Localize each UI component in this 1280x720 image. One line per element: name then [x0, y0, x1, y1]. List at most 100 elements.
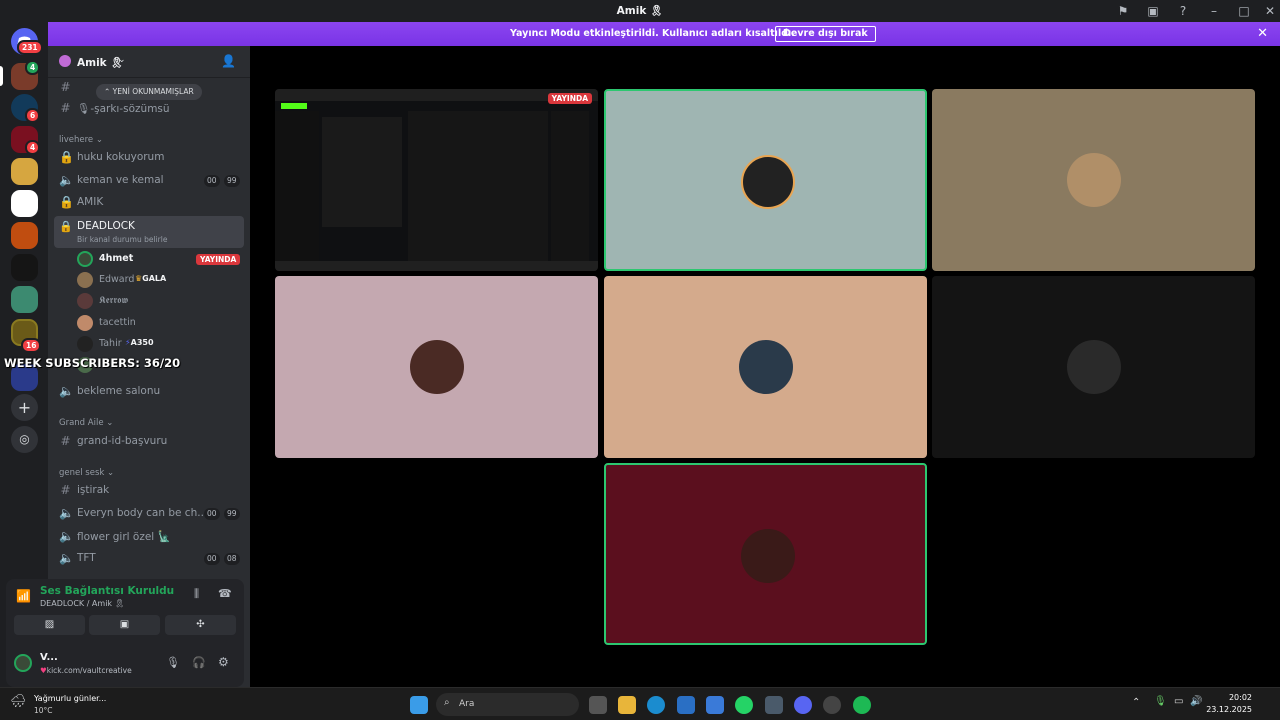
- server-green[interactable]: [11, 286, 38, 313]
- invite-user-icon[interactable]: 👤: [221, 54, 236, 68]
- server-dark[interactable]: [11, 254, 38, 281]
- windows-taskbar: 🌧 Yağmurlu günler... 10°C ⌕ Ara ⌃ 🎙 ▭ 🔊 …: [0, 687, 1280, 720]
- user-count: 00: [204, 508, 220, 520]
- steam-icon[interactable]: [765, 696, 783, 714]
- voice-user[interactable]: tacettin: [76, 313, 241, 333]
- channel-item[interactable]: # grand-id-başvuru: [54, 432, 244, 452]
- voice-user[interactable]: Tahir ⚡A350: [76, 334, 241, 354]
- voice-channel-item[interactable]: 🔈 TFT 00 08: [54, 549, 244, 569]
- voice-user[interactable]: 4hmet YAYINDA: [76, 249, 241, 269]
- new-unreads-pill[interactable]: ⌃ YENİ OKUNMAMIŞLAR: [96, 84, 202, 100]
- whatsapp-icon[interactable]: [735, 696, 753, 714]
- channel-label: iştirak: [77, 484, 110, 496]
- microphone-icon[interactable]: 🎙: [1154, 696, 1167, 707]
- avatar: [77, 272, 93, 288]
- activities-button[interactable]: ✣: [165, 615, 236, 635]
- dm-unread-badge: 231: [17, 40, 43, 55]
- voice-user-name: 4hmet: [99, 253, 134, 264]
- kick-logo: [281, 103, 307, 109]
- lock-speaker-icon: 🔒: [59, 220, 73, 233]
- participant-tile[interactable]: [604, 276, 927, 458]
- banner-text: Yayıncı Modu etkinleştirildi. Kullanıcı …: [510, 28, 795, 39]
- voice-channel-selected[interactable]: 🔒 DEADLOCK Bir kanal durumu belirle: [54, 216, 244, 248]
- user-count: 00: [204, 553, 220, 565]
- settings-gear-icon[interactable]: ⚙: [218, 655, 229, 669]
- new-unreads-label: YENİ OKUNMAMIŞLAR: [112, 87, 194, 96]
- server-yellow[interactable]: [11, 158, 38, 185]
- close-window-icon[interactable]: ✕: [1262, 3, 1278, 19]
- guild-header[interactable]: Amik 🎗 ⌄ 👤: [48, 46, 250, 78]
- minimize-icon[interactable]: –: [1206, 3, 1222, 19]
- screen-icon[interactable]: ▣: [1145, 3, 1161, 19]
- hash-icon: #: [60, 101, 71, 115]
- taskbar-search[interactable]: ⌕ Ara: [436, 693, 579, 716]
- voice-channel-item[interactable]: 🔈 keman ve kemal 00 99: [54, 171, 244, 191]
- close-icon[interactable]: ✕: [1257, 26, 1268, 41]
- server-orange[interactable]: [11, 222, 38, 249]
- maximize-icon[interactable]: □: [1236, 3, 1252, 19]
- channel-status[interactable]: Bir kanal durumu belirle: [77, 235, 167, 244]
- microphone-icon[interactable]: 🎙: [166, 656, 180, 669]
- voice-stage: YAYINDA: [250, 46, 1280, 687]
- server-badge: 4: [25, 140, 41, 155]
- connection-status[interactable]: Ses Bağlantısı Kuruldu: [40, 585, 174, 597]
- discover-icon[interactable]: ◎: [11, 426, 38, 453]
- voice-channel-item[interactable]: 🔈 flower girl özel 🗽: [54, 527, 244, 547]
- discord-icon[interactable]: [794, 696, 812, 714]
- voice-channel-item[interactable]: 🔈 bekleme salonu: [54, 382, 244, 402]
- file-explorer-icon[interactable]: [618, 696, 636, 714]
- network-icon[interactable]: ▭: [1174, 696, 1183, 707]
- server-zuno[interactable]: [11, 190, 38, 217]
- obs-icon[interactable]: [823, 696, 841, 714]
- participant-tile[interactable]: [604, 89, 927, 271]
- category-livehere[interactable]: livehere ⌄: [59, 135, 103, 145]
- channel-item[interactable]: # 🎙-şarkı-sözümsü: [54, 99, 244, 119]
- search-placeholder: Ara: [459, 699, 475, 709]
- avatar: [1067, 340, 1121, 394]
- speaker-icon: 🔈: [59, 551, 74, 565]
- user-limit: 99: [224, 508, 240, 520]
- help-icon[interactable]: ?: [1175, 3, 1191, 19]
- channel-item[interactable]: # iştirak: [54, 481, 244, 501]
- connection-channel[interactable]: DEADLOCK / Amik 🎗: [40, 599, 125, 608]
- disconnect-icon[interactable]: ☎: [218, 587, 232, 600]
- speaker-icon: 🔈: [59, 506, 74, 520]
- voice-user[interactable]: Edward ♛GALA: [76, 270, 241, 290]
- participant-tile[interactable]: [932, 89, 1255, 271]
- signal-icon: 📶: [16, 589, 31, 603]
- edge-icon[interactable]: [647, 696, 665, 714]
- headphones-icon[interactable]: 🎧: [192, 656, 206, 669]
- weather-icon[interactable]: 🌧: [10, 694, 27, 709]
- add-server-icon[interactable]: +: [11, 394, 38, 421]
- voice-user-name: 𝕶𝖊𝖗𝖗𝖔𝖜: [99, 295, 129, 306]
- avatar[interactable]: [14, 654, 32, 672]
- noise-suppression-icon[interactable]: ⫼: [194, 587, 199, 601]
- channel-item[interactable]: 🔒 AMIK: [54, 193, 244, 213]
- participant-tile[interactable]: [275, 276, 598, 458]
- chevron-up-icon[interactable]: ⌃: [1132, 697, 1140, 708]
- voice-channel-item[interactable]: 🔈 Everyn body can be ch... 00 99: [54, 504, 244, 524]
- clock-date[interactable]: 23.12.2025: [1200, 705, 1252, 714]
- channel-item[interactable]: 🔒 huku kokuyorum: [54, 148, 244, 168]
- screen-share-button[interactable]: ▣: [89, 615, 160, 635]
- category-genel-sesk[interactable]: genel sesk ⌄: [59, 468, 114, 478]
- mail-icon[interactable]: [706, 696, 724, 714]
- store-icon[interactable]: [677, 696, 695, 714]
- hash-icon: #: [60, 434, 71, 448]
- participant-tile[interactable]: [932, 276, 1255, 458]
- inbox-flag-icon[interactable]: ⚑: [1115, 3, 1131, 19]
- weather-text[interactable]: Yağmurlu günler...: [34, 694, 106, 703]
- task-view-icon[interactable]: [589, 696, 607, 714]
- voice-user[interactable]: 𝕶𝖊𝖗𝖗𝖔𝖜: [76, 291, 241, 311]
- category-grand-aile[interactable]: Grand Aile ⌄: [59, 418, 113, 428]
- stream-tile[interactable]: YAYINDA: [275, 89, 598, 271]
- window-title: Amik 🎗: [616, 5, 664, 17]
- clock-time[interactable]: 20:02: [1214, 693, 1252, 702]
- server-badge: 4: [25, 60, 41, 75]
- spotify-icon[interactable]: [853, 696, 871, 714]
- participant-tile[interactable]: [604, 463, 927, 645]
- disable-streamer-mode-button[interactable]: Devre dışı bırak: [775, 26, 876, 42]
- video-off-button[interactable]: ▨: [14, 615, 85, 635]
- windows-start-icon[interactable]: [410, 696, 428, 714]
- chevron-up-icon: ⌃: [104, 87, 113, 96]
